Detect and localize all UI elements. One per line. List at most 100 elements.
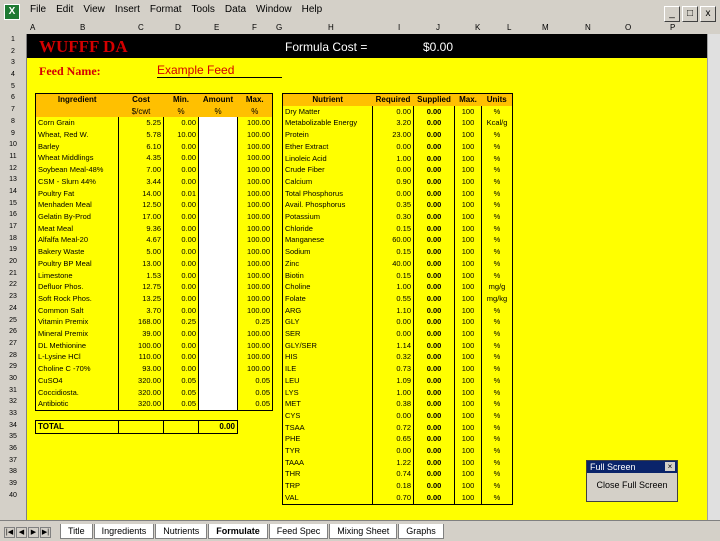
nutrient-cell-nut[interactable]: LEU: [282, 374, 373, 387]
column-header-p[interactable]: P: [670, 23, 675, 32]
ingredient-cell-min[interactable]: 0.25: [163, 316, 199, 329]
row-header-19[interactable]: 19: [0, 244, 26, 256]
nutrient-cell-sup[interactable]: 0.00: [413, 480, 455, 492]
row-header-32[interactable]: 32: [0, 396, 26, 408]
nutrient-cell-un[interactable]: %: [481, 129, 513, 141]
ingredient-cell-cost[interactable]: 320.00: [118, 386, 164, 399]
nutrient-cell-sup[interactable]: 0.00: [413, 152, 455, 165]
column-header-o[interactable]: O: [625, 23, 631, 32]
ingredient-cell-name[interactable]: Mineral Premix: [35, 328, 119, 340]
next-sheet-icon[interactable]: ▶: [28, 527, 39, 538]
nutrient-cell-un[interactable]: %: [481, 386, 513, 399]
nutrient-cell-nut[interactable]: ILE: [282, 363, 373, 375]
column-header-i[interactable]: I: [398, 23, 400, 32]
ingredient-cell-min[interactable]: 0.00: [163, 339, 199, 352]
ingredient-cell-name[interactable]: Corn Grain: [35, 117, 119, 130]
nutrient-cell-mx[interactable]: 100: [454, 386, 482, 399]
nutrient-cell-req[interactable]: 23.00: [372, 129, 414, 141]
ingredient-cell-min[interactable]: 0.00: [163, 140, 199, 153]
nutrient-cell-un[interactable]: %: [481, 105, 513, 118]
nutrient-cell-req[interactable]: 0.00: [372, 409, 414, 422]
nutrient-cell-sup[interactable]: 0.00: [413, 281, 455, 293]
nutrient-cell-req[interactable]: 0.90: [372, 175, 414, 188]
ingredient-cell-name[interactable]: Soybean Meal-48%: [35, 164, 119, 176]
ingredient-cell-cost[interactable]: 320.00: [118, 398, 164, 411]
ingredient-cell-cost[interactable]: 7.00: [118, 164, 164, 176]
row-header-36[interactable]: 36: [0, 443, 26, 455]
ingredient-cell-cost[interactable]: 14.00: [118, 187, 164, 200]
nutrient-cell-un[interactable]: %: [481, 234, 513, 247]
nutrient-cell-req[interactable]: 0.00: [372, 105, 414, 118]
ingredient-cell-cost[interactable]: 5.78: [118, 129, 164, 141]
column-header-k[interactable]: K: [475, 23, 480, 32]
menu-item-file[interactable]: File: [30, 4, 46, 15]
nutrient-cell-sup[interactable]: 0.00: [413, 222, 455, 235]
nutrient-cell-req[interactable]: 0.00: [372, 316, 414, 329]
menu-item-help[interactable]: Help: [302, 4, 323, 15]
ingredient-cell-name[interactable]: Alfalfa Meal-20: [35, 234, 119, 247]
ingredient-cell-amt[interactable]: [198, 211, 238, 223]
nutrient-cell-req[interactable]: 0.15: [372, 246, 414, 258]
ingredient-cell-min[interactable]: 0.00: [163, 269, 199, 282]
column-header-m[interactable]: M: [542, 23, 549, 32]
column-header-n[interactable]: N: [585, 23, 591, 32]
nutrient-cell-un[interactable]: %: [481, 374, 513, 387]
nutrient-cell-req[interactable]: 1.00: [372, 152, 414, 165]
nutrient-cell-req[interactable]: 60.00: [372, 234, 414, 247]
ingredient-cell-amt[interactable]: [198, 187, 238, 200]
nutrient-cell-nut[interactable]: TAAA: [282, 456, 373, 469]
menu-item-window[interactable]: Window: [256, 4, 292, 15]
ingredient-cell-cost[interactable]: 4.35: [118, 152, 164, 165]
nutrient-cell-sup[interactable]: 0.00: [413, 316, 455, 329]
menu-item-tools[interactable]: Tools: [192, 4, 215, 15]
ingredient-cell-name[interactable]: Soft Rock Phos.: [35, 292, 119, 305]
ingredient-cell-min[interactable]: 0.01: [163, 187, 199, 200]
ingredient-cell-amt[interactable]: [198, 199, 238, 211]
total-value[interactable]: 0.00: [198, 420, 238, 434]
feed-name-cell[interactable]: Example Feed: [157, 63, 282, 78]
ingredient-cell-name[interactable]: Wheat Middlings: [35, 152, 119, 165]
ingredient-cell-cost[interactable]: 1.53: [118, 269, 164, 282]
nutrient-cell-req[interactable]: 1.22: [372, 456, 414, 469]
ingredient-cell-name[interactable]: Gelatin By-Prod: [35, 211, 119, 223]
nutrient-cell-nut[interactable]: MET: [282, 398, 373, 410]
nutrient-cell-sup[interactable]: 0.00: [413, 421, 455, 434]
nutrient-cell-mx[interactable]: 100: [454, 175, 482, 188]
row-header-29[interactable]: 29: [0, 361, 26, 373]
ingredient-cell-name[interactable]: Poultry BP Meal: [35, 257, 119, 270]
menu-item-insert[interactable]: Insert: [115, 4, 140, 15]
ingredient-cell-amt[interactable]: [198, 281, 238, 293]
ingredient-cell-cost[interactable]: 110.00: [118, 351, 164, 364]
row-header-26[interactable]: 26: [0, 326, 26, 338]
row-header-22[interactable]: 22: [0, 279, 26, 291]
nutrient-cell-req[interactable]: 0.32: [372, 351, 414, 364]
row-header-11[interactable]: 11: [0, 151, 26, 163]
nutrient-cell-mx[interactable]: 100: [454, 328, 482, 340]
ingredient-cell-max[interactable]: 100.00: [237, 187, 273, 200]
nutrient-cell-nut[interactable]: GLY: [282, 316, 373, 329]
nutrient-cell-req[interactable]: 0.72: [372, 421, 414, 434]
nutrient-cell-un[interactable]: %: [481, 164, 513, 176]
ingredient-cell-max[interactable]: 100.00: [237, 351, 273, 364]
column-header-f[interactable]: F: [252, 23, 257, 32]
nutrient-cell-nut[interactable]: Potassium: [282, 211, 373, 223]
nutrient-cell-nut[interactable]: TSAA: [282, 421, 373, 434]
nutrient-cell-nut[interactable]: HIS: [282, 351, 373, 364]
nutrient-cell-mx[interactable]: 100: [454, 374, 482, 387]
nutrient-cell-un[interactable]: %: [481, 187, 513, 200]
ingredient-cell-min[interactable]: 0.05: [163, 386, 199, 399]
ingredient-cell-cost[interactable]: 168.00: [118, 316, 164, 329]
ingredient-cell-min[interactable]: 0.00: [163, 199, 199, 211]
column-header-a[interactable]: A: [30, 23, 35, 32]
ingredient-cell-max[interactable]: 100.00: [237, 292, 273, 305]
tab-graphs[interactable]: Graphs: [398, 524, 444, 539]
nutrient-cell-nut[interactable]: Calcium: [282, 175, 373, 188]
nutrient-cell-req[interactable]: 40.00: [372, 257, 414, 270]
ingredient-cell-amt[interactable]: [198, 257, 238, 270]
ingredient-cell-max[interactable]: 100.00: [237, 257, 273, 270]
ingredient-cell-max[interactable]: 100.00: [237, 246, 273, 258]
nutrient-cell-nut[interactable]: Choline: [282, 281, 373, 293]
nutrient-cell-nut[interactable]: Crude Fiber: [282, 164, 373, 176]
nutrient-cell-nut[interactable]: Zinc: [282, 257, 373, 270]
row-header-12[interactable]: 12: [0, 163, 26, 175]
